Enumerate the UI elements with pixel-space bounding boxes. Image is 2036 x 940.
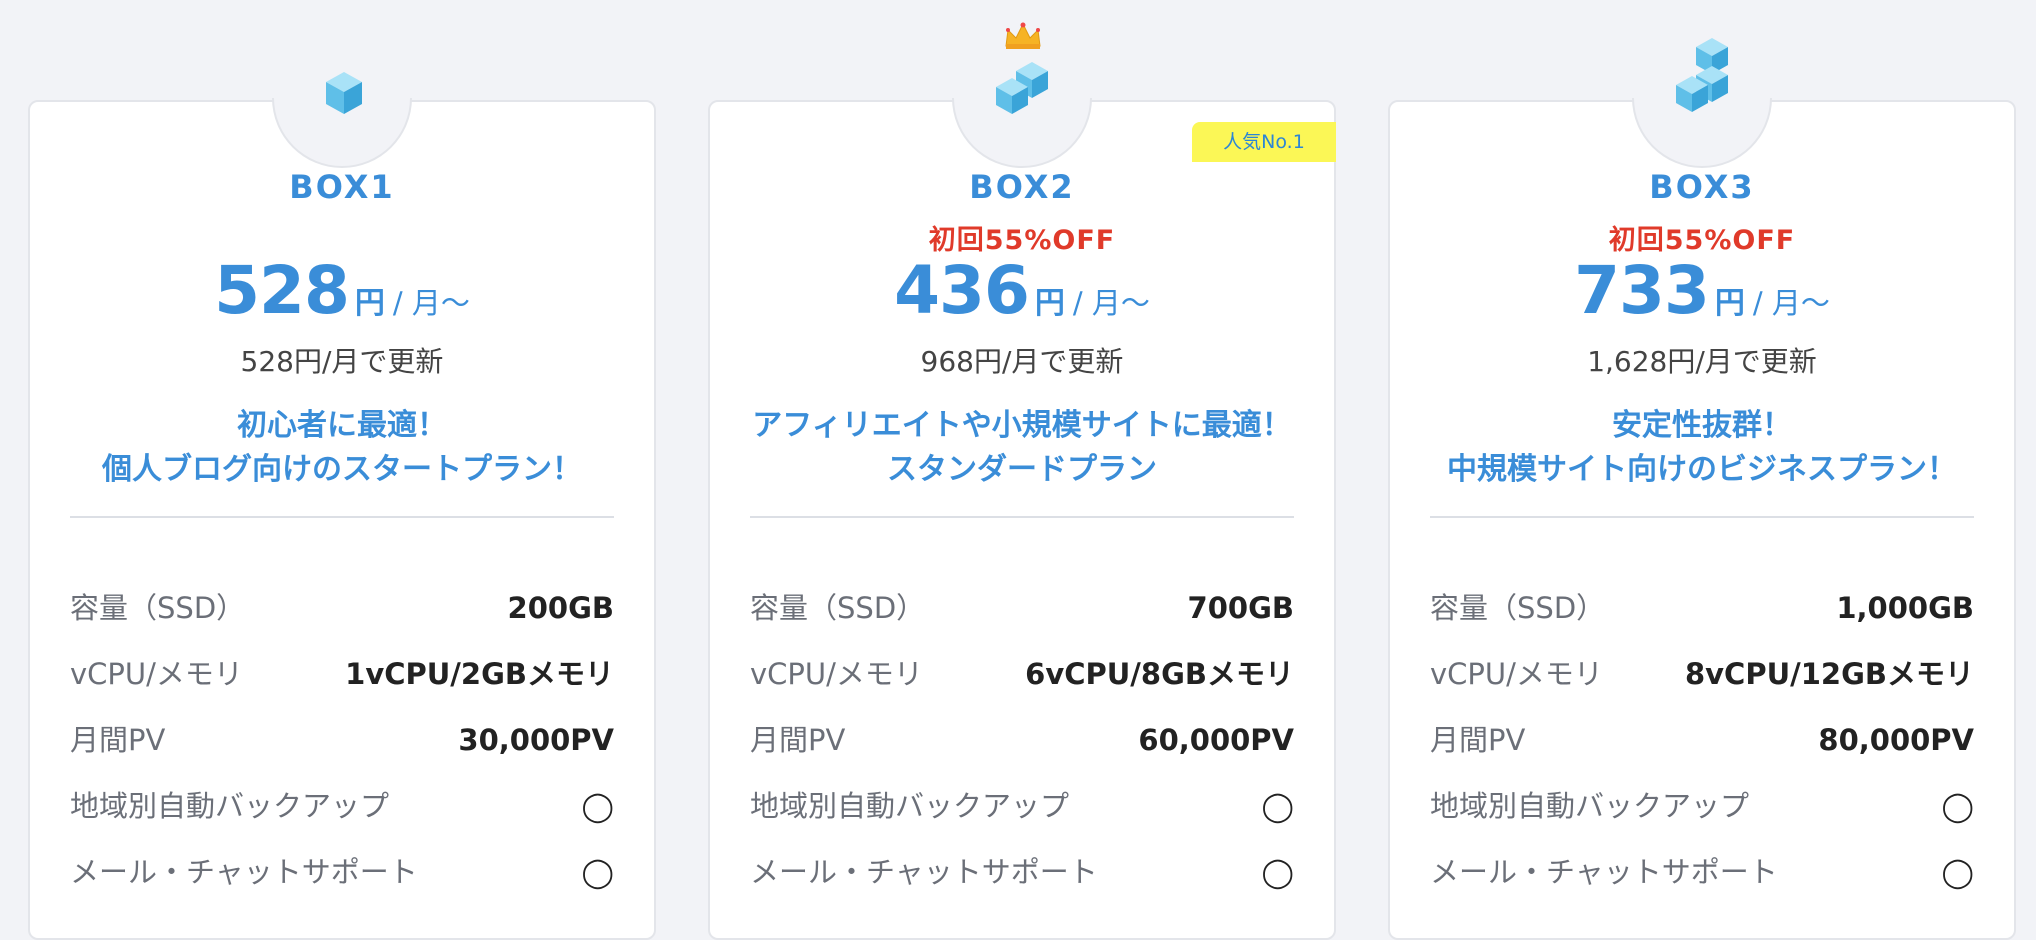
spec-row-backup: 地域別自動バックアップ ◯ [1430,786,1974,826]
spec-label: vCPU/メモリ [1430,657,1603,691]
price: 436 円 / 月〜 [710,252,1334,329]
spec-label: vCPU/メモリ [750,657,923,691]
spec-value: ◯ [1261,855,1294,889]
spec-label: 地域別自動バックアップ [1430,789,1750,823]
spec-label: 容量（SSD） [750,591,926,625]
renewal-price: 1,628円/月で更新 [1587,345,1817,378]
divider [750,516,1294,518]
cubes-icon [996,62,1048,114]
spec-row-support: メール・チャットサポート ◯ [750,852,1294,892]
spec-row-pv: 月間PV 80,000PV [1430,720,1974,760]
spec-row-backup: 地域別自動バックアップ ◯ [70,786,614,826]
spec-label: 月間PV [750,723,846,757]
renewal-price: 968円/月で更新 [920,345,1124,378]
catchphrase: 初心者に最適！ 個人ブログ向けのスタートプラン！ [30,404,654,492]
spec-value: ◯ [1941,855,1974,889]
spec-label: 地域別自動バックアップ [750,789,1070,823]
catchphrase-line1: 安定性抜群！ [1612,408,1792,443]
price-unit: / 月〜 [1752,286,1830,320]
plan-name: BOX2 [969,168,1075,206]
catchphrase-line2: 個人ブログ向けのスタートプラン！ [102,452,582,487]
plan-name: BOX1 [289,168,395,206]
spec-value: 60,000PV [1138,723,1294,757]
spec-label: 月間PV [70,723,166,757]
spec-label: 容量（SSD） [70,591,246,625]
catchphrase-line2: 中規模サイト向けのビジネスプラン！ [1447,452,1957,487]
spec-row-cpu: vCPU/メモリ 1vCPU/2GBメモリ [70,654,614,694]
spec-label: 月間PV [1430,723,1526,757]
spec-value: 700GB [1187,591,1294,625]
catchphrase: アフィリエイトや小規模サイトに最適！ スタンダードプラン [710,404,1334,492]
price-unit: / 月〜 [1072,286,1150,320]
spec-row-cpu: vCPU/メモリ 8vCPU/12GBメモリ [1430,654,1974,694]
spec-row-storage: 容量（SSD） 700GB [750,588,1294,628]
spec-value: ◯ [1261,789,1294,823]
price-yen: 円 [354,286,385,321]
spec-row-pv: 月間PV 30,000PV [70,720,614,760]
catchphrase-line2: スタンダードプラン [887,452,1157,487]
divider [70,516,614,518]
spec-label: メール・チャットサポート [1430,855,1778,889]
crown-icon [1005,22,1041,49]
price-amount: 436 [894,252,1030,329]
plan-card-box2: 人気No.1 BOX2 初回55%OFF 436 円 / 月〜 968円/月で更新 … [708,62,1336,940]
spec-row-backup: 地域別自動バックアップ ◯ [750,786,1294,826]
spec-label: メール・チャットサポート [70,855,418,889]
catchphrase-line1: 初心者に最適！ [237,408,447,443]
spec-row-support: メール・チャットサポート ◯ [70,852,614,892]
spec-value: 1vCPU/2GBメモリ [345,657,614,691]
spec-value: ◯ [581,789,614,823]
spec-label: 地域別自動バックアップ [70,789,390,823]
spec-value: 30,000PV [458,723,614,757]
spec-label: 容量（SSD） [1430,591,1606,625]
price-amount: 528 [214,252,350,329]
plan-card-box1: BOX1 528 円 / 月〜 528円/月で更新 初心者に最適！ 個人ブログ向けの… [28,72,656,940]
popular-badge: 人気No.1 [1192,122,1336,162]
spec-row-cpu: vCPU/メモリ 6vCPU/8GBメモリ [750,654,1294,694]
spec-value: 80,000PV [1818,723,1974,757]
spec-value: 200GB [507,591,614,625]
renewal-price: 528円/月で更新 [240,345,444,378]
spec-label: メール・チャットサポート [750,855,1098,889]
spec-value: 6vCPU/8GBメモリ [1025,657,1294,691]
cubes-icon [1676,38,1728,112]
plan-card-box3: BOX3 初回55%OFF 733 円 / 月〜 1,628円/月で更新 安定性抜群… [1388,38,2016,940]
cube-icon [326,72,362,114]
catchphrase: 安定性抜群！ 中規模サイト向けのビジネスプラン！ [1390,404,2014,492]
price-unit: / 月〜 [392,286,470,320]
spec-label: vCPU/メモリ [70,657,243,691]
price-yen: 円 [1714,286,1745,321]
spec-row-storage: 容量（SSD） 1,000GB [1430,588,1974,628]
spec-value: 1,000GB [1836,591,1974,625]
spec-value: ◯ [581,855,614,889]
spec-row-pv: 月間PV 60,000PV [750,720,1294,760]
spec-row-support: メール・チャットサポート ◯ [1430,852,1974,892]
spec-value: ◯ [1941,789,1974,823]
spec-value: 8vCPU/12GBメモリ [1684,657,1974,691]
price: 733 円 / 月〜 [1390,252,2014,329]
spec-row-storage: 容量（SSD） 200GB [70,588,614,628]
price-amount: 733 [1574,252,1710,329]
price: 528 円 / 月〜 [30,252,654,329]
catchphrase-line1: アフィリエイトや小規模サイトに最適！ [752,408,1292,443]
plan-name: BOX3 [1649,168,1755,206]
price-yen: 円 [1034,286,1065,321]
divider [1430,516,1974,518]
